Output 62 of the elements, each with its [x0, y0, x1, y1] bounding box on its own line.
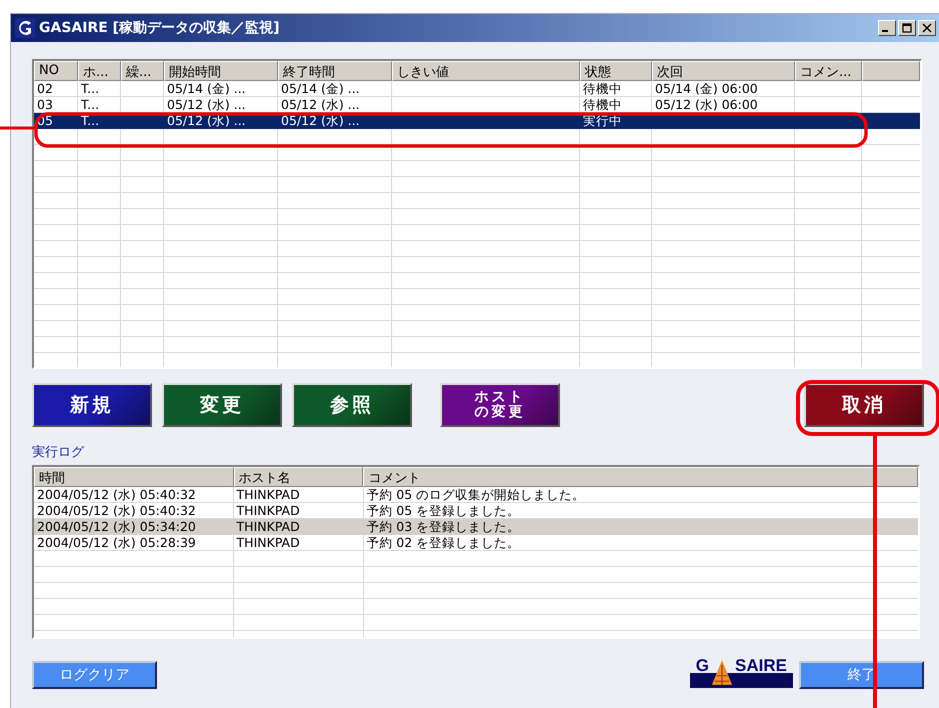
- table-cell: 実行中: [583, 113, 622, 128]
- action-button[interactable]: 新規: [32, 383, 152, 427]
- table-cell: 2004/05/12 (水) 05:34:20: [37, 519, 196, 534]
- table-cell: T...: [81, 113, 100, 128]
- close-icon: [922, 23, 932, 33]
- action-button[interactable]: ホストの変更: [440, 383, 560, 427]
- window-title: GASAIRE [稼動データの収集／監視]: [39, 19, 280, 37]
- column-header[interactable]: ホ...: [78, 61, 121, 81]
- minimize-button[interactable]: [878, 20, 896, 36]
- column-header[interactable]: 終了時間: [278, 61, 392, 81]
- table-cell: 待機中: [583, 97, 622, 112]
- log-row[interactable]: 2004/05/12 (水) 05:40:32 THINKPAD 予約 05 のログ収集が開始しました。: [34, 487, 918, 503]
- table-cell: T...: [81, 81, 100, 96]
- table-cell: 05/12 (水) ...: [167, 97, 246, 112]
- minimize-icon: [882, 30, 888, 32]
- action-button[interactable]: 参照: [292, 383, 412, 427]
- maximize-icon: [902, 23, 912, 33]
- table-cell: 2004/05/12 (水) 05:40:32: [37, 503, 196, 518]
- table-cell: 予約 03 を登録しました。: [366, 519, 520, 534]
- table-cell: THINKPAD: [236, 519, 300, 534]
- close-button[interactable]: [918, 20, 936, 36]
- table-cell: 05/12 (水) ...: [281, 113, 360, 128]
- table-cell: 05/14 (金) ...: [167, 81, 246, 96]
- table-row[interactable]: 02 T... 05/14 (金) ... 05/14 (金) ... 待機中 05/14 (金) 06:00: [34, 81, 920, 97]
- log-row[interactable]: 2004/05/12 (水) 05:40:32 THINKPAD 予約 05 を登録しました。: [34, 503, 918, 519]
- action-button[interactable]: 変更: [162, 383, 282, 427]
- cone-icon: [711, 658, 734, 688]
- table-cell: THINKPAD: [236, 535, 300, 550]
- column-header[interactable]: ホスト名: [234, 467, 364, 487]
- table-cell: 予約 05 のログ収集が開始しました。: [366, 487, 586, 502]
- table-cell: 02: [37, 81, 53, 96]
- table-cell: 05/12 (水) ...: [167, 113, 246, 128]
- column-header[interactable]: コメント: [363, 467, 918, 487]
- table-cell: THINKPAD: [236, 487, 300, 502]
- table-cell: THINKPAD: [236, 503, 300, 518]
- maximize-button[interactable]: [898, 20, 916, 36]
- column-header[interactable]: [862, 61, 920, 81]
- table-cell: 待機中: [583, 81, 622, 96]
- log-row[interactable]: 2004/05/12 (水) 05:28:39 THINKPAD 予約 02 を登録しました。: [34, 535, 918, 551]
- table-cell: 05/12 (水) 06:00: [655, 97, 758, 112]
- column-header[interactable]: 次回: [652, 61, 795, 81]
- table-cell: 予約 05 を登録しました。: [366, 503, 520, 518]
- column-header[interactable]: 開始時間: [164, 61, 278, 81]
- column-header[interactable]: 繰...: [121, 61, 164, 81]
- app-logo-icon: [15, 18, 35, 38]
- action-button[interactable]: 取消: [804, 383, 924, 427]
- column-header[interactable]: しきい値: [392, 61, 580, 81]
- table-cell: 05/12 (水) ...: [281, 97, 360, 112]
- table-cell: 2004/05/12 (水) 05:40:32: [37, 487, 196, 502]
- log-row[interactable]: 2004/05/12 (水) 05:34:20 THINKPAD 予約 03 を登録しました。: [34, 519, 918, 535]
- table-cell: T...: [81, 97, 100, 112]
- column-header[interactable]: コメン...: [795, 61, 862, 81]
- table-cell: 2004/05/12 (水) 05:28:39: [37, 535, 196, 550]
- table-row[interactable]: 03 T... 05/12 (水) ... 05/12 (水) ... 待機中 05/12 (水) 06:00: [34, 97, 920, 113]
- table-cell: 03: [37, 97, 53, 112]
- column-header[interactable]: NO: [34, 61, 78, 81]
- column-header[interactable]: 状態: [580, 61, 652, 81]
- table-cell: 予約 02 を登録しました。: [366, 535, 520, 550]
- table-cell: 05/14 (金) 06:00: [655, 81, 758, 96]
- column-header[interactable]: 時間: [34, 467, 234, 487]
- log-label: 実行ログ: [32, 444, 86, 461]
- table-cell: 05/14 (金) ...: [281, 81, 360, 96]
